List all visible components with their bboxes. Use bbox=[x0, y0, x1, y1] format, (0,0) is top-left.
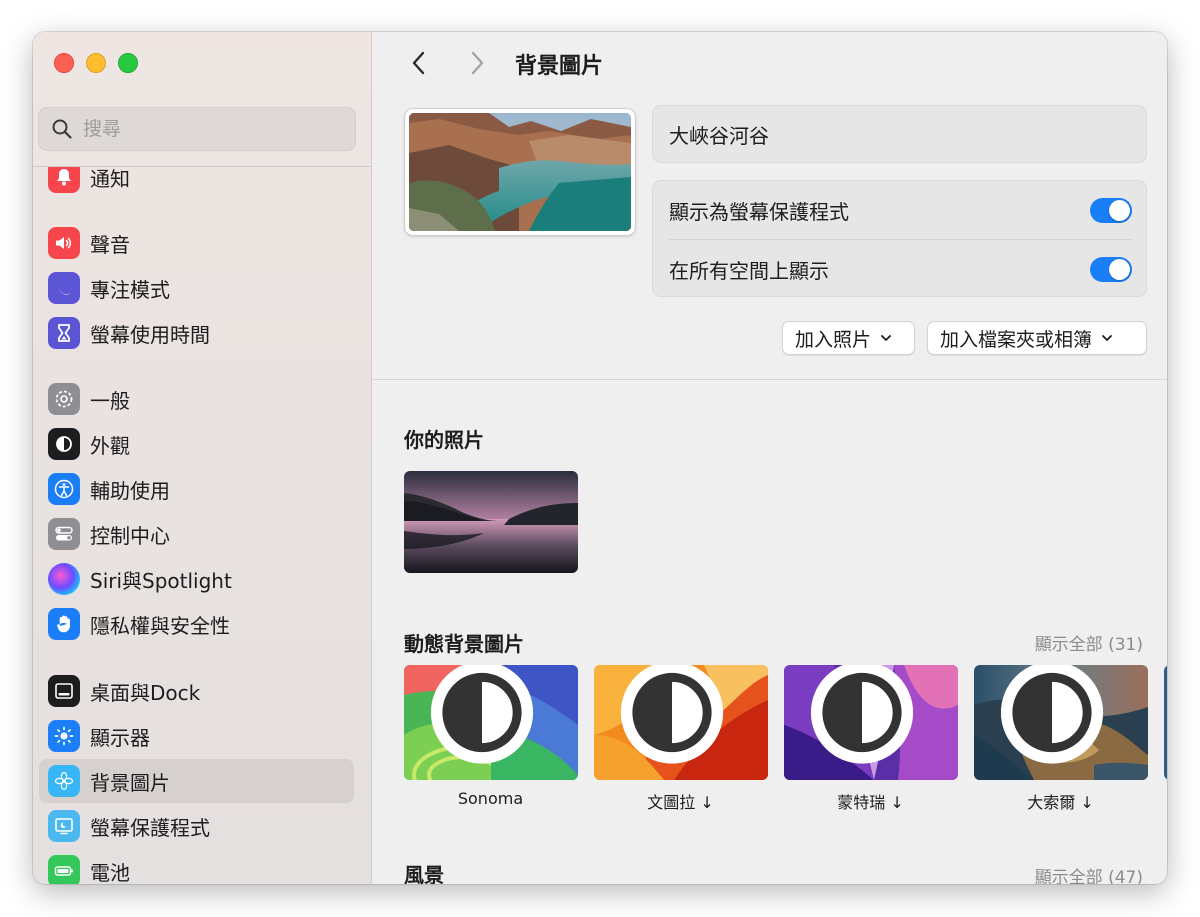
sidebar-item-label: 控制中心 bbox=[90, 523, 170, 548]
bell-icon bbox=[48, 167, 80, 193]
dynamic-wallpapers-title: 動態背景圖片 bbox=[404, 632, 524, 656]
page-title: 背景圖片 bbox=[515, 54, 604, 79]
photo-thumbnail[interactable] bbox=[404, 471, 578, 573]
hand-icon bbox=[48, 608, 80, 640]
control-center-icon bbox=[48, 518, 80, 550]
zoom-button[interactable] bbox=[118, 53, 138, 73]
sidebar-item-label: 螢幕保護程式 bbox=[90, 815, 210, 840]
sidebar-item-general[interactable]: 一般 bbox=[39, 377, 354, 421]
sidebar-item-control-center[interactable]: 控制中心 bbox=[39, 512, 354, 556]
sidebar-item-label: 一般 bbox=[90, 388, 130, 413]
your-photos-title: 你的照片 bbox=[404, 428, 484, 452]
sidebar-item-label: 背景圖片 bbox=[90, 770, 170, 795]
add-photo-label: 加入照片 bbox=[795, 328, 872, 351]
chevron-down-icon bbox=[881, 335, 891, 341]
sidebar-item-notifications[interactable]: 通知 bbox=[39, 167, 354, 199]
sidebar-item-label: 隱私權與安全性 bbox=[90, 613, 230, 638]
dynamic-badge-icon bbox=[620, 665, 724, 764]
wallpaper-options-group: 顯示為螢幕保護程式 在所有空間上顯示 bbox=[652, 180, 1147, 297]
sidebar-item-privacy[interactable]: 隱私權與安全性 bbox=[39, 602, 354, 646]
partial-wallpaper-image bbox=[1164, 665, 1167, 780]
sidebar-item-battery[interactable]: 電池 bbox=[39, 849, 354, 884]
battery-icon bbox=[48, 855, 80, 884]
main-content: 背景圖片 大峽谷河谷 顯示為螢幕保護程式 在所有空間上顯示 加入照片 加入檔案夾… bbox=[373, 32, 1167, 884]
wallpaper-name-field: 大峽谷河谷 bbox=[652, 105, 1147, 163]
search-icon bbox=[52, 119, 72, 139]
landscape-title: 風景 bbox=[404, 863, 444, 884]
sidebar-item-label: 桌面與Dock bbox=[90, 680, 201, 705]
dynamic-show-all-link[interactable]: 顯示全部 (31) bbox=[1035, 630, 1143, 655]
add-folder-label: 加入檔案夾或相簿 bbox=[940, 328, 1093, 351]
wallpaper-caption: 大索爾 ↓ bbox=[1027, 793, 1094, 812]
minimize-button[interactable] bbox=[86, 53, 106, 73]
section-divider bbox=[373, 379, 1167, 380]
sidebar-list: 通知 聲音 專注模式 螢幕使用時間 一般 外觀 輔助使用 控制中心 Siri與S… bbox=[33, 167, 372, 884]
forward-button[interactable] bbox=[463, 48, 491, 78]
screensaver-toggle[interactable] bbox=[1090, 198, 1132, 223]
sidebar-item-focus[interactable]: 專注模式 bbox=[39, 266, 354, 310]
landscape-show-all-link[interactable]: 顯示全部 (47) bbox=[1035, 863, 1143, 884]
all-spaces-toggle[interactable] bbox=[1090, 257, 1132, 282]
sidebar-item-screen-time[interactable]: 螢幕使用時間 bbox=[39, 311, 354, 355]
all-spaces-option-row: 在所有空間上顯示 bbox=[653, 240, 1148, 298]
back-button[interactable] bbox=[405, 48, 433, 78]
dynamic-badge-icon bbox=[810, 665, 914, 764]
all-spaces-option-label: 在所有空間上顯示 bbox=[669, 258, 829, 283]
canyon-image bbox=[409, 113, 631, 231]
moon-icon bbox=[48, 272, 80, 304]
sidebar-item-sound[interactable]: 聲音 bbox=[39, 221, 354, 265]
wallpaper-caption: 文圖拉 ↓ bbox=[647, 793, 714, 812]
flower-icon bbox=[48, 765, 80, 797]
sidebar-item-label: 輔助使用 bbox=[90, 478, 170, 503]
dynamic-wallpaper-ventura[interactable] bbox=[594, 665, 768, 780]
sidebar-item-label: 外觀 bbox=[90, 433, 130, 458]
sidebar-item-siri-spotlight[interactable]: Siri與Spotlight bbox=[39, 557, 354, 601]
close-button[interactable] bbox=[54, 53, 74, 73]
lake-dusk-image bbox=[404, 471, 578, 573]
dynamic-wallpaper-big-sur[interactable] bbox=[974, 665, 1148, 780]
wallpaper-caption: Sonoma bbox=[457, 789, 524, 808]
sidebar-item-label: 專注模式 bbox=[90, 277, 170, 302]
sidebar-item-label: 顯示器 bbox=[90, 725, 150, 750]
accessibility-icon bbox=[48, 473, 80, 505]
screensaver-option-row: 顯示為螢幕保護程式 bbox=[653, 181, 1148, 239]
chevron-right-icon bbox=[471, 51, 484, 75]
speaker-icon bbox=[48, 227, 80, 259]
current-wallpaper-preview[interactable] bbox=[404, 108, 636, 236]
chevron-down-icon bbox=[1102, 335, 1112, 341]
siri-icon bbox=[48, 563, 80, 595]
add-folder-button[interactable]: 加入檔案夾或相簿 bbox=[927, 321, 1147, 355]
chevron-left-icon bbox=[412, 51, 425, 75]
sidebar-item-accessibility[interactable]: 輔助使用 bbox=[39, 467, 354, 511]
search-input[interactable] bbox=[83, 118, 333, 140]
dynamic-badge-icon bbox=[1000, 665, 1104, 764]
dynamic-wallpaper-partial[interactable] bbox=[1164, 665, 1167, 780]
appearance-icon bbox=[48, 428, 80, 460]
sidebar-item-desktop-dock[interactable]: 桌面與Dock bbox=[39, 669, 354, 713]
sidebar-item-label: 通知 bbox=[90, 167, 130, 191]
sidebar-item-label: 電池 bbox=[90, 860, 130, 885]
sidebar-item-label: 螢幕使用時間 bbox=[90, 322, 210, 347]
screensaver-icon bbox=[48, 810, 80, 842]
window-controls bbox=[54, 53, 138, 73]
dock-icon bbox=[48, 675, 80, 707]
settings-window: 通知 聲音 專注模式 螢幕使用時間 bbox=[33, 32, 1167, 884]
gear-icon bbox=[48, 383, 80, 415]
sidebar-item-displays[interactable]: 顯示器 bbox=[39, 714, 354, 758]
add-photo-button[interactable]: 加入照片 bbox=[782, 321, 915, 355]
screensaver-option-label: 顯示為螢幕保護程式 bbox=[669, 199, 849, 224]
sidebar-item-screensaver[interactable]: 螢幕保護程式 bbox=[39, 804, 354, 848]
sun-icon bbox=[48, 720, 80, 752]
dynamic-wallpaper-monterey[interactable] bbox=[784, 665, 958, 780]
hourglass-icon bbox=[48, 317, 80, 349]
search-field[interactable] bbox=[38, 107, 356, 151]
dynamic-wallpaper-sonoma[interactable] bbox=[404, 665, 578, 780]
sidebar-item-wallpaper[interactable]: 背景圖片 bbox=[39, 759, 354, 803]
sidebar: 通知 聲音 專注模式 螢幕使用時間 bbox=[33, 32, 372, 884]
dynamic-badge-icon bbox=[430, 665, 534, 764]
wallpaper-caption: 蒙特瑞 ↓ bbox=[837, 793, 904, 812]
sidebar-item-label: 聲音 bbox=[90, 232, 130, 257]
sidebar-item-appearance[interactable]: 外觀 bbox=[39, 422, 354, 466]
sidebar-item-label: Siri與Spotlight bbox=[90, 568, 232, 593]
